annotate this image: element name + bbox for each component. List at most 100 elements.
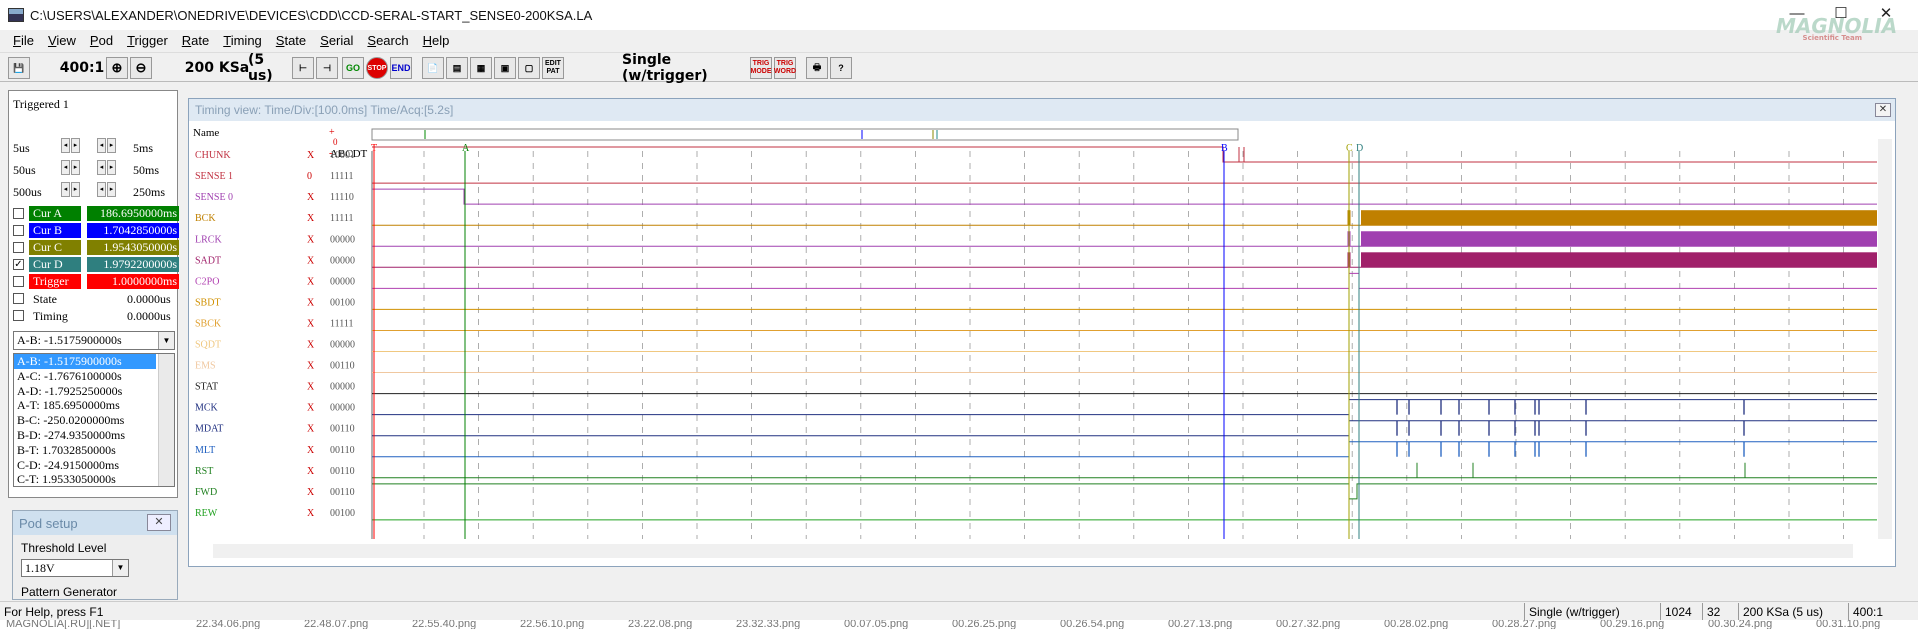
chevron-down-icon[interactable]: ▼ bbox=[112, 560, 128, 576]
cursor-right-icon[interactable]: ⊣ bbox=[316, 57, 338, 79]
signal-trace bbox=[372, 146, 1877, 163]
list-item[interactable]: B-C: -250.0200000ms bbox=[14, 413, 174, 428]
stop-button[interactable]: STOP bbox=[366, 57, 388, 79]
edit-pattern-button[interactable]: EDIT PAT bbox=[542, 57, 564, 79]
zoom-in-icon[interactable]: ⊕ bbox=[106, 57, 128, 79]
cursor-value: 186.6950000ms bbox=[87, 206, 179, 221]
cursor-diff-list[interactable]: A-B: -1.5175900000s A-C: -1.7676100000s A-… bbox=[13, 353, 175, 487]
sample-period: (5 us) bbox=[248, 52, 273, 84]
signal-bits: 00100 bbox=[330, 508, 355, 519]
step-label-right-1: 5ms bbox=[133, 141, 154, 155]
menu-timing[interactable]: Timing bbox=[216, 33, 269, 48]
signal-bits: 00110 bbox=[330, 466, 355, 477]
new-page-icon[interactable]: 📄 bbox=[422, 57, 444, 79]
signal-bits: 10001 bbox=[330, 150, 355, 161]
serial-view-icon[interactable]: ▣ bbox=[494, 57, 516, 79]
step-spinner-left-2[interactable]: ◂ ▸ bbox=[61, 160, 80, 175]
end-button[interactable]: END bbox=[390, 57, 412, 79]
step-spinner-left-3[interactable]: ◂ ▸ bbox=[61, 182, 80, 197]
list-item[interactable]: A-T: 185.6950000ms bbox=[14, 398, 174, 413]
cursor-checkbox[interactable] bbox=[13, 208, 24, 219]
menu-rate[interactable]: Rate bbox=[175, 33, 216, 48]
menu-help[interactable]: Help bbox=[416, 33, 457, 48]
trigger-mode-button[interactable]: TRIG MODE bbox=[750, 57, 772, 79]
cursor-label: Cur B bbox=[29, 223, 81, 238]
timing-view: Timing view: Time/Div:[100.0ms] Time/Acq… bbox=[188, 98, 1896, 567]
menu-view[interactable]: View bbox=[41, 33, 83, 48]
horizontal-scrollbar[interactable] bbox=[213, 544, 1853, 558]
list-item[interactable]: A-C: -1.7676100000s bbox=[14, 369, 174, 384]
list-item[interactable]: B-T: 1.7032850000s bbox=[14, 443, 174, 458]
cursor-value: 1.0000000ms bbox=[87, 274, 179, 289]
file-thumb-label: 00.26.54.png bbox=[1060, 620, 1125, 629]
signal-name: MCK bbox=[195, 403, 219, 414]
cursor-label-a: A bbox=[462, 143, 470, 154]
timing-checkbox[interactable] bbox=[13, 310, 24, 321]
state-value: 0.0000us bbox=[127, 292, 171, 306]
step-label-right-3: 250ms bbox=[133, 185, 166, 199]
cursor-checkbox[interactable] bbox=[13, 242, 24, 253]
cursor-left-icon[interactable]: ⊢ bbox=[292, 57, 314, 79]
help-hint: For Help, press F1 bbox=[4, 605, 104, 619]
help-icon[interactable]: ? bbox=[830, 57, 852, 79]
step-spinner-left-1[interactable]: ◂ ▸ bbox=[61, 138, 80, 153]
timing-label: Timing bbox=[33, 309, 68, 323]
signal-x-value: X bbox=[307, 466, 315, 477]
zoom-out-icon[interactable]: ⊖ bbox=[130, 57, 152, 79]
print-icon[interactable]: 🖶 bbox=[806, 57, 828, 79]
cursor-value: 1.7042850000s bbox=[87, 223, 179, 238]
save-icon[interactable]: 💾 bbox=[8, 57, 30, 79]
menu-file[interactable]: File bbox=[6, 33, 41, 48]
menu-state[interactable]: State bbox=[269, 33, 313, 48]
signal-name: SENSE 0 bbox=[195, 192, 233, 203]
signal-trace bbox=[372, 441, 1877, 458]
file-thumb-label: 22.56.10.png bbox=[520, 620, 585, 629]
background-file-list: MAGNOLIA[.RU][.NET] 22.34.06.png 22.48.07.… bbox=[0, 620, 1918, 629]
file-thumb-label: 00.28.02.png bbox=[1384, 620, 1449, 629]
file-thumb-label: 00.29.16.png bbox=[1600, 620, 1665, 629]
menu-pod[interactable]: Pod bbox=[83, 33, 120, 48]
signal-bits: 00000 bbox=[330, 340, 355, 351]
file-thumb-label: 00.07.05.png bbox=[844, 620, 909, 629]
menu-search[interactable]: Search bbox=[360, 33, 415, 48]
vertical-scrollbar[interactable] bbox=[1878, 139, 1892, 539]
list-item[interactable]: C-D: -24.9150000ms bbox=[14, 458, 174, 473]
toolbar: 💾 400:1 ⊕ ⊖ 200 KSa (5 us) ⊢ ⊣ GO STOP E… bbox=[0, 52, 1918, 84]
signal-name: C2PO bbox=[195, 276, 219, 287]
signal-burst bbox=[1361, 231, 1877, 247]
pod-close-icon[interactable]: ✕ bbox=[147, 514, 171, 531]
threshold-select[interactable]: 1.18V ▼ bbox=[21, 559, 129, 577]
i2c-view-icon[interactable]: ▢ bbox=[518, 57, 540, 79]
window-title: C:\USERS\ALEXANDER\ONEDRIVE\DEVICES\CDD\… bbox=[30, 7, 593, 23]
cursor-checkbox[interactable] bbox=[13, 276, 24, 287]
cursor-checkbox[interactable] bbox=[13, 225, 24, 236]
cursor-value: 1.9543050000s bbox=[87, 240, 179, 255]
state-view-icon[interactable]: ▦ bbox=[470, 57, 492, 79]
trigger-word-button[interactable]: TRIG WORD bbox=[774, 57, 796, 79]
state-checkbox[interactable] bbox=[13, 293, 24, 304]
menu-serial[interactable]: Serial bbox=[313, 33, 360, 48]
step-spinner-right-1[interactable]: ◂ ▸ bbox=[97, 138, 116, 153]
signal-name: EMS bbox=[195, 361, 216, 372]
cursor-checkbox[interactable]: ✓ bbox=[13, 259, 24, 270]
threshold-value: 1.18V bbox=[25, 561, 55, 575]
go-button[interactable]: GO bbox=[342, 57, 364, 79]
chevron-down-icon[interactable]: ▼ bbox=[158, 332, 174, 349]
step-spinner-right-2[interactable]: ◂ ▸ bbox=[97, 160, 116, 175]
signal-name: SADT bbox=[195, 255, 221, 266]
list-item[interactable]: C-T: 1.9533050000s bbox=[14, 472, 174, 486]
signal-trace bbox=[372, 272, 1877, 289]
list-item[interactable]: B-D: -274.9350000ms bbox=[14, 428, 174, 443]
diff-list-scrollbar[interactable] bbox=[158, 354, 174, 486]
cursor-diff-selected: A-B: -1.5175900000s bbox=[17, 333, 122, 347]
list-item[interactable]: A-B: -1.5175900000s bbox=[14, 354, 156, 369]
waveform-canvas[interactable]: Name +0-ABCDTCHUNK X 10001SENSE 1 0 11111SENS… bbox=[189, 99, 1895, 566]
list-item[interactable]: A-D: -1.7925250000s bbox=[14, 384, 174, 399]
timing-view-icon[interactable]: ▤ bbox=[446, 57, 468, 79]
signal-burst bbox=[1361, 252, 1877, 268]
cursor-diff-select[interactable]: A-B: -1.5175900000s ▼ bbox=[13, 331, 175, 350]
menu-trigger[interactable]: Trigger bbox=[120, 33, 175, 48]
step-spinner-right-3[interactable]: ◂ ▸ bbox=[97, 182, 116, 197]
threshold-label: Threshold Level bbox=[21, 541, 107, 555]
file-thumb-label: 22.48.07.png bbox=[304, 620, 369, 629]
